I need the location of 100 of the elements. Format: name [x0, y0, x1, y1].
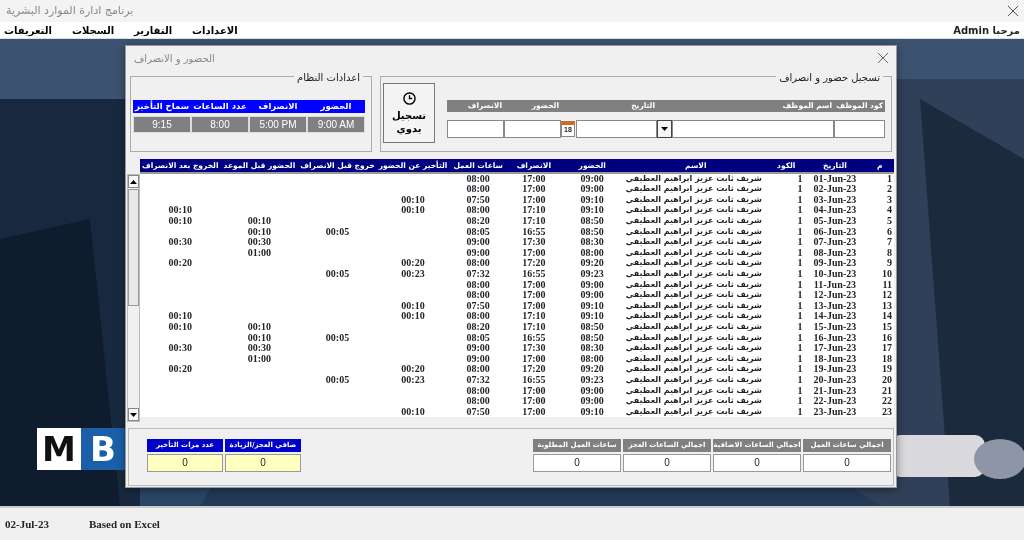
table-cell: 1 — [767, 247, 805, 259]
table-cell: 17:10 — [507, 215, 561, 227]
table-cell: 1 — [767, 342, 805, 354]
table-cell: 09:00 — [560, 173, 624, 184]
dropdown-button[interactable] — [657, 120, 672, 138]
scrollbar[interactable] — [127, 174, 140, 422]
table-cell: 10 — [865, 268, 894, 280]
table-cell: 00:20 — [376, 258, 450, 269]
table-cell: 08:20 — [449, 321, 507, 333]
table-cell: 17:30 — [507, 236, 561, 248]
table-cell: 21-Jun-23 — [804, 385, 866, 396]
table-cell: 02-Jun-23 — [804, 184, 866, 195]
table-cell: 16:55 — [507, 374, 561, 386]
table-cell: 1 — [865, 173, 894, 184]
close-button[interactable] — [1008, 6, 1018, 16]
table-cell: 17:10 — [507, 205, 561, 216]
table-cell: 17:00 — [507, 406, 561, 418]
table-cell: 16:55 — [507, 226, 561, 237]
table-cell: 08:00 — [449, 364, 507, 375]
table-cell: 17:00 — [507, 247, 561, 259]
close-button[interactable] — [878, 53, 888, 63]
table-cell: 08:00 — [449, 258, 507, 269]
table-cell: 17:00 — [507, 184, 561, 195]
table-cell: 1 — [767, 236, 805, 248]
table-cell: 17:00 — [507, 173, 561, 184]
table-cell: 23 — [865, 406, 894, 418]
table-cell: 09:00 — [560, 279, 624, 290]
input-field[interactable] — [447, 120, 504, 138]
table-cell: 17:00 — [507, 194, 561, 206]
table-cell: 21 — [865, 385, 894, 396]
table-cell: 20 — [865, 374, 894, 386]
table-cell: 09:00 — [560, 395, 624, 407]
table-cell: 08:50 — [560, 226, 624, 237]
table-cell: 07-Jun-23 — [804, 236, 866, 248]
table-cell: 18 — [865, 353, 894, 365]
input-field[interactable] — [672, 120, 834, 138]
table-cell: 5 — [865, 215, 894, 227]
input-field[interactable] — [576, 120, 657, 138]
table-cell: شريف ثابت عزيز ابراهيم العطيفي — [623, 289, 768, 301]
table-cell: شريف ثابت عزيز ابراهيم العطيفي — [623, 332, 768, 343]
table-cell: 17:10 — [507, 311, 561, 322]
table-cell: 1 — [767, 173, 805, 184]
table-cell: 14 — [865, 311, 894, 322]
table-cell: 08:00 — [449, 385, 507, 396]
table-cell: 17:00 — [507, 279, 561, 290]
table-cell: شريف ثابت عزيز ابراهيم العطيفي — [623, 300, 768, 312]
table-cell: 08:50 — [560, 332, 624, 343]
table-cell: 03-Jun-23 — [804, 194, 866, 206]
menu-item[interactable]: التعريفات — [4, 22, 52, 38]
scroll-thumb[interactable] — [128, 189, 139, 306]
table-cell: 08:00 — [449, 173, 507, 184]
table-cell: 09:00 — [560, 385, 624, 396]
table-cell: 09:00 — [449, 353, 507, 365]
table-cell: 1 — [767, 184, 805, 195]
summary-value: 0 — [225, 454, 301, 472]
table-cell: 08:00 — [449, 184, 507, 195]
table-cell: 07:50 — [449, 300, 507, 312]
input-field[interactable] — [834, 120, 885, 138]
table-cell: 8 — [865, 247, 894, 259]
table-cell: 09:10 — [560, 300, 624, 312]
table-cell: 08:50 — [560, 321, 624, 333]
table-cell: 00:30 — [140, 236, 221, 248]
table-cell: 09:23 — [560, 268, 624, 280]
table-cell: شريف ثابت عزيز ابراهيم العطيفي — [623, 268, 768, 280]
table-cell: 17:00 — [507, 289, 561, 301]
group-title: اعدادات النظام — [294, 70, 363, 85]
table-cell: شريف ثابت عزيز ابراهيم العطيفي — [623, 226, 768, 237]
table-cell: 07:50 — [449, 406, 507, 418]
table-cell: 00:30 — [140, 342, 221, 354]
menu-item[interactable]: التقارير — [134, 22, 173, 38]
table-cell: 08:00 — [560, 247, 624, 259]
table-cell: 00:23 — [376, 268, 450, 280]
table-cell: 08:00 — [449, 311, 507, 322]
scroll-down-button[interactable] — [128, 408, 139, 421]
table-cell: 17 — [865, 342, 894, 354]
column-header: عدد الساعات — [191, 100, 249, 113]
table-cell: 08:00 — [449, 289, 507, 301]
dialog-title: الحضور و الانصراف — [134, 51, 215, 66]
menu-item[interactable]: السجلات — [71, 22, 115, 38]
setting-value: 8:00 — [191, 116, 249, 133]
table-cell: شريف ثابت عزيز ابراهيم العطيفي — [623, 258, 768, 269]
table-cell: شريف ثابت عزيز ابراهيم العطيفي — [623, 342, 768, 354]
down-arrow-icon — [130, 412, 137, 417]
table-cell: 1 — [767, 395, 805, 407]
column-header: الانصراف — [249, 100, 307, 113]
table-cell: شريف ثابت عزيز ابراهيم العطيفي — [623, 364, 768, 375]
scroll-up-button[interactable] — [128, 175, 139, 188]
table-cell: 00:10 — [220, 321, 299, 333]
input-field[interactable] — [504, 120, 561, 138]
table-cell: 17:00 — [507, 353, 561, 365]
table-cell: 09:10 — [560, 194, 624, 206]
table-cell: شريف ثابت عزيز ابراهيم العطيفي — [623, 205, 768, 216]
table-cell: 06-Jun-23 — [804, 226, 866, 237]
clock-icon — [402, 91, 416, 105]
table-cell: 17:20 — [507, 364, 561, 375]
table-cell: 6 — [865, 226, 894, 237]
manual-entry-button[interactable]: تسجيل يدوي — [383, 83, 435, 143]
table-cell: 17:10 — [507, 321, 561, 333]
table-cell: 1 — [767, 311, 805, 322]
menu-item[interactable]: الاعدادات — [192, 22, 238, 38]
